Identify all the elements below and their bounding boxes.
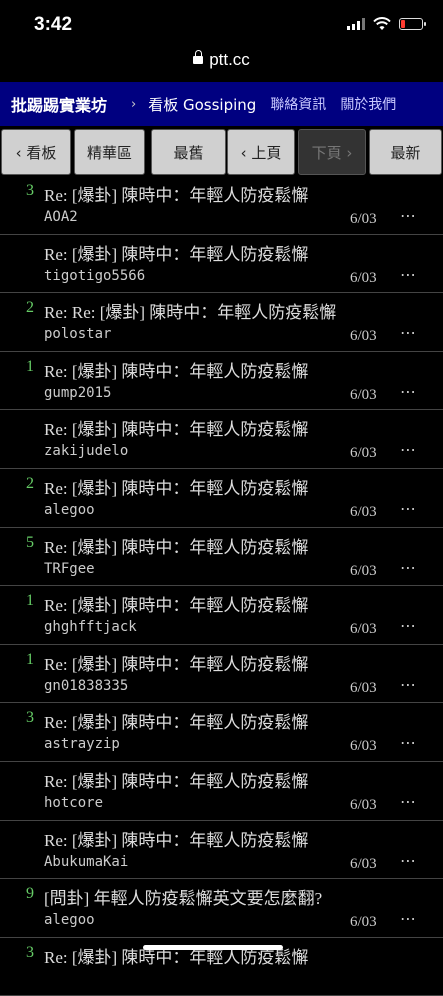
post-row[interactable]: 3 Re: [爆卦] 陳時中：年輕人防疫鬆懈 AOA2 6/03 ⋯ — [0, 176, 443, 235]
more-menu-button[interactable]: ⋯ — [400, 206, 417, 225]
post-title-link[interactable]: Re: [爆卦] 陳時中：年輕人防疫鬆懈 — [44, 708, 308, 733]
post-author: AbukumaKai — [44, 853, 129, 870]
post-author: tigotigo5566 — [44, 267, 146, 284]
post-title-link[interactable]: Re: [爆卦] 陳時中：年輕人防疫鬆懈 — [44, 474, 308, 499]
post-row[interactable]: 3 Re: [爆卦] 陳時中：年輕人防疫鬆懈 astrayzip 6/03 ⋯ — [0, 703, 443, 762]
post-row[interactable]: 1 Re: [爆卦] 陳時中：年輕人防疫鬆懈 gump2015 6/03 ⋯ — [0, 352, 443, 411]
post-author: polostar — [44, 326, 112, 343]
next-page-button: 下頁 › — [298, 129, 366, 175]
post-row[interactable]: 2 Re: [爆卦] 陳時中：年輕人防疫鬆懈 alegoo 6/03 ⋯ — [0, 469, 443, 528]
post-author: gn01838335 — [44, 677, 129, 694]
recommend-count: 3 — [26, 943, 34, 961]
clock: 3:42 — [34, 14, 73, 35]
board-link[interactable]: 看板 Gossiping — [148, 94, 256, 115]
post-date: 6/03 — [350, 328, 377, 345]
status-bar: 3:42 — [0, 0, 443, 50]
post-title-link[interactable]: Re: [爆卦] 陳時中：年輕人防疫鬆懈 — [44, 767, 308, 792]
board-button[interactable]: ‹ 看板 — [1, 129, 71, 175]
post-title-link[interactable]: [問卦] 年輕人防疫鬆懈英文要怎麼翻? — [44, 884, 322, 909]
about-link[interactable]: 關於我們 — [340, 94, 396, 114]
recommend-count: 2 — [26, 474, 34, 492]
post-date: 6/03 — [350, 386, 377, 403]
post-author: hotcore — [44, 794, 104, 811]
post-row[interactable]: 1 Re: [爆卦] 陳時中：年輕人防疫鬆懈 ghghfftjack 6/03 ⋯ — [0, 586, 443, 645]
post-row[interactable]: Re: [爆卦] 陳時中：年輕人防疫鬆懈 AbukumaKai 6/03 ⋯ — [0, 821, 443, 880]
lock-icon — [193, 50, 204, 64]
post-author: alegoo — [44, 501, 95, 518]
post-date: 6/03 — [350, 914, 377, 931]
newest-button[interactable]: 最新 — [369, 129, 442, 175]
more-menu-button[interactable]: ⋯ — [400, 382, 417, 401]
contact-link[interactable]: 聯絡資訊 — [270, 94, 326, 114]
post-title-link[interactable]: Re: [爆卦] 陳時中：年輕人防疫鬆懈 — [44, 415, 308, 440]
post-author: gump2015 — [44, 384, 112, 401]
more-menu-button[interactable]: ⋯ — [400, 792, 417, 811]
post-title-link[interactable]: Re: [爆卦] 陳時中：年輕人防疫鬆懈 — [44, 591, 308, 616]
more-menu-button[interactable]: ⋯ — [400, 558, 417, 577]
url-text: ptt.cc — [209, 50, 250, 69]
post-title-link[interactable]: Re: [爆卦] 陳時中：年輕人防疫鬆懈 — [44, 650, 308, 675]
post-author: AOA2 — [44, 209, 78, 225]
breadcrumb-separator: › — [131, 96, 137, 112]
recommend-count: 2 — [26, 299, 34, 317]
more-menu-button[interactable]: ⋯ — [400, 733, 417, 752]
post-title-link[interactable]: Re: [爆卦] 陳時中：年輕人防疫鬆懈 — [44, 240, 308, 265]
recommend-count: 5 — [26, 533, 34, 551]
post-author: TRFgee — [44, 560, 95, 577]
more-menu-button[interactable]: ⋯ — [400, 616, 417, 635]
post-date: 6/03 — [350, 445, 377, 462]
site-logo-link[interactable]: 批踢踢實業坊 — [11, 92, 107, 116]
recommend-count: 9 — [26, 885, 34, 903]
prev-page-button[interactable]: ‹ 上頁 — [227, 129, 295, 175]
wifi-icon — [373, 17, 391, 30]
post-row[interactable]: Re: [爆卦] 陳時中：年輕人防疫鬆懈 tigotigo5566 6/03 ⋯ — [0, 235, 443, 294]
more-menu-button[interactable]: ⋯ — [400, 499, 417, 518]
signal-icon — [347, 18, 365, 30]
recommend-count: 1 — [26, 357, 34, 375]
post-date: 6/03 — [350, 562, 377, 579]
post-author: alegoo — [44, 912, 95, 929]
post-list: 3 Re: [爆卦] 陳時中：年輕人防疫鬆懈 AOA2 6/03 ⋯ Re: [爆卦] 陳… — [0, 176, 443, 996]
post-date: 6/03 — [350, 621, 377, 638]
post-title-link[interactable]: Re: [爆卦] 陳時中：年輕人防疫鬆懈 — [44, 357, 308, 382]
more-menu-button[interactable]: ⋯ — [400, 851, 417, 870]
more-menu-button[interactable]: ⋯ — [400, 909, 417, 928]
post-row[interactable]: Re: [爆卦] 陳時中：年輕人防疫鬆懈 hotcore 6/03 ⋯ — [0, 762, 443, 821]
post-date: 6/03 — [350, 679, 377, 696]
recommend-count: 3 — [26, 182, 34, 199]
address-bar[interactable]: ptt.cc — [0, 50, 443, 82]
more-menu-button[interactable]: ⋯ — [400, 675, 417, 694]
post-row[interactable]: 1 Re: [爆卦] 陳時中：年輕人防疫鬆懈 gn01838335 6/03 ⋯ — [0, 645, 443, 704]
post-date: 6/03 — [350, 796, 377, 813]
more-menu-button[interactable]: ⋯ — [400, 440, 417, 459]
post-title-link[interactable]: Re: [爆卦] 陳時中：年輕人防疫鬆懈 — [44, 181, 308, 206]
post-date: 6/03 — [350, 269, 377, 286]
recommend-count: 3 — [26, 709, 34, 727]
post-date: 6/03 — [350, 855, 377, 872]
board-header: 批踢踢實業坊 › 看板 Gossiping 聯絡資訊 關於我們 — [0, 82, 443, 126]
more-menu-button[interactable]: ⋯ — [400, 323, 417, 342]
status-icons — [347, 17, 426, 31]
home-indicator — [143, 945, 283, 950]
post-date: 6/03 — [350, 738, 377, 755]
post-row[interactable]: Re: [爆卦] 陳時中：年輕人防疫鬆懈 zakijudelo 6/03 ⋯ — [0, 410, 443, 469]
oldest-button[interactable]: 最舊 — [151, 129, 226, 175]
post-row[interactable]: 2 Re: Re: [爆卦] 陳時中：年輕人防疫鬆懈 polostar 6/03 ⋯ — [0, 293, 443, 352]
navigation-bar: ‹ 看板 精華區 最舊 ‹ 上頁 下頁 › 最新 — [0, 129, 443, 176]
recommend-count: 1 — [26, 650, 34, 668]
post-title-link[interactable]: Re: [爆卦] 陳時中：年輕人防疫鬆懈 — [44, 826, 308, 851]
recommend-count: 1 — [26, 592, 34, 610]
post-date: 6/03 — [350, 503, 377, 520]
post-date: 6/03 — [350, 211, 377, 227]
post-title-link[interactable]: Re: [爆卦] 陳時中：年輕人防疫鬆懈 — [44, 533, 308, 558]
post-author: ghghfftjack — [44, 619, 137, 636]
post-author: zakijudelo — [44, 443, 129, 460]
post-author: astrayzip — [44, 736, 120, 753]
digest-button[interactable]: 精華區 — [74, 129, 145, 175]
post-title-link[interactable]: Re: Re: [爆卦] 陳時中：年輕人防疫鬆懈 — [44, 298, 336, 323]
battery-icon — [399, 18, 426, 30]
post-row[interactable]: 9 [問卦] 年輕人防疫鬆懈英文要怎麼翻? alegoo 6/03 ⋯ — [0, 879, 443, 938]
more-menu-button[interactable]: ⋯ — [400, 265, 417, 284]
post-row[interactable]: 5 Re: [爆卦] 陳時中：年輕人防疫鬆懈 TRFgee 6/03 ⋯ — [0, 528, 443, 587]
